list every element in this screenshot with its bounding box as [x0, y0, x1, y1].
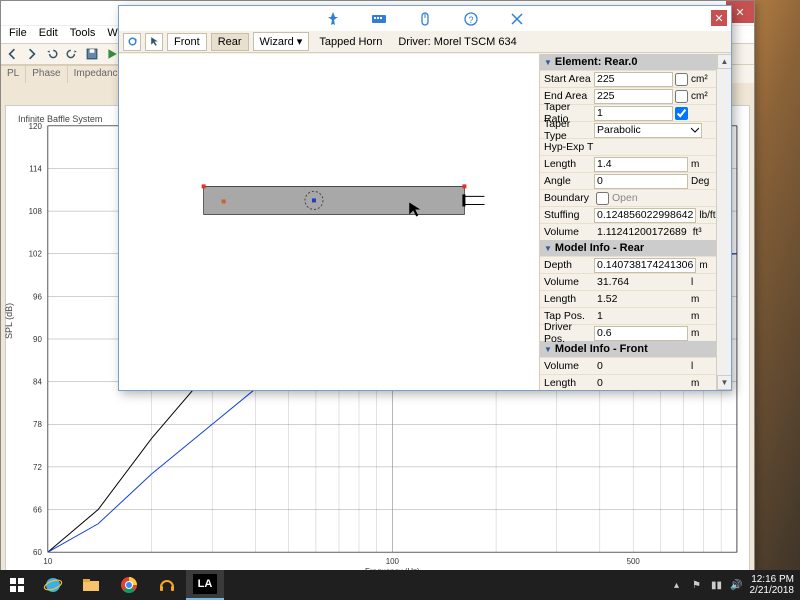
child-close-button[interactable]: ✕	[711, 10, 727, 26]
svg-text:60: 60	[33, 548, 42, 557]
scroll-down-icon[interactable]: ▼	[717, 375, 731, 390]
svg-text:90: 90	[33, 335, 42, 344]
mouse-icon[interactable]	[417, 11, 433, 27]
tray-flag-icon[interactable]: ⚑	[690, 578, 704, 592]
cursor-mode-icon[interactable]	[145, 33, 163, 51]
rear-tab[interactable]: Rear	[211, 33, 249, 51]
menu-tools[interactable]: Tools	[66, 26, 100, 43]
child-titlebar[interactable]: ? ✕	[119, 6, 731, 31]
taskbar-explorer-icon[interactable]	[72, 570, 110, 600]
taper-type-select[interactable]: Parabolic	[594, 123, 702, 138]
y-axis-label: SPL (dB)	[4, 303, 14, 339]
depth-input[interactable]: 0.140738174241306	[594, 258, 696, 273]
pin-icon[interactable]	[325, 11, 341, 27]
front-tab[interactable]: Front	[167, 33, 207, 51]
refresh-icon[interactable]	[123, 33, 141, 51]
start-area-input[interactable]: 225	[594, 72, 673, 87]
svg-text:66: 66	[33, 506, 42, 515]
tray-network-icon[interactable]: ▮▮	[710, 578, 724, 592]
taskbar-headphones-icon[interactable]	[148, 570, 186, 600]
menu-edit[interactable]: Edit	[35, 26, 62, 43]
end-area-input[interactable]: 225	[594, 89, 673, 104]
end-area-lock[interactable]	[675, 90, 688, 103]
child-toolbar: Front Rear Wizard ▾ Tapped Horn Driver: …	[119, 31, 731, 53]
model-front-header[interactable]: Model Info - Front	[540, 341, 716, 357]
taskbar-la-icon[interactable]: LA	[186, 570, 224, 600]
model-rear-header[interactable]: Model Info - Rear	[540, 240, 716, 256]
forward-icon[interactable]	[23, 45, 41, 63]
svg-text:72: 72	[33, 463, 42, 472]
taskbar: LA ▴ ⚑ ▮▮ 🔊 12:16 PM 2/21/2018	[0, 570, 800, 600]
menu-file[interactable]: File	[5, 26, 31, 43]
svg-text:78: 78	[33, 420, 42, 429]
start-area-lock[interactable]	[675, 73, 688, 86]
svg-text:114: 114	[29, 164, 42, 173]
taskbar-chrome-icon[interactable]	[110, 570, 148, 600]
tab-spl[interactable]: PL	[1, 65, 26, 83]
svg-text:100: 100	[386, 557, 400, 566]
taskbar-clock[interactable]: 12:16 PM 2/21/2018	[750, 574, 795, 596]
svg-text:102: 102	[29, 250, 42, 259]
taper-ratio-lock[interactable]	[675, 107, 688, 120]
svg-text:10: 10	[43, 557, 52, 566]
svg-text:84: 84	[33, 378, 42, 387]
tab-phase[interactable]: Phase	[26, 65, 67, 83]
scroll-up-icon[interactable]: ▲	[717, 54, 731, 69]
tl-canvas[interactable]	[119, 54, 540, 390]
svg-text:108: 108	[29, 207, 43, 216]
angle-input[interactable]: 0	[594, 174, 688, 189]
tl-designer-window: ? ✕ Front Rear Wizard ▾ Tapped Horn Driv…	[118, 5, 732, 391]
taskbar-ie-icon[interactable]	[34, 570, 72, 600]
wizard-dropdown[interactable]: Wizard ▾	[253, 32, 310, 51]
tray-up-icon[interactable]: ▴	[670, 578, 684, 592]
system-tray: ▴ ⚑ ▮▮ 🔊 12:16 PM 2/21/2018	[670, 574, 800, 596]
taper-ratio-input[interactable]: 1	[594, 106, 673, 121]
start-button[interactable]	[0, 570, 34, 600]
close-overlay-icon[interactable]	[509, 11, 525, 27]
length-input[interactable]: 1.4	[594, 157, 688, 172]
svg-text:96: 96	[33, 292, 42, 301]
properties-panel: Element: Rear.0 Start Area225cm² End Are…	[540, 54, 731, 390]
chart-legend-text: Infinite Baffle System	[18, 114, 102, 124]
redo-icon[interactable]	[63, 45, 81, 63]
svg-text:?: ?	[468, 15, 473, 25]
driver-info-label: Driver: Morel TSCM 634	[392, 34, 522, 50]
element-header[interactable]: Element: Rear.0	[540, 54, 716, 70]
stuffing-input[interactable]: 0.124856022998642	[594, 208, 696, 223]
properties-scrollbar[interactable]: ▲ ▼	[716, 54, 731, 390]
driver-pos-input[interactable]: 0.6	[594, 326, 688, 341]
back-icon[interactable]	[3, 45, 21, 63]
save-icon[interactable]	[83, 45, 101, 63]
open-checkbox[interactable]	[596, 192, 609, 205]
volume-value: 1.11241200172689	[594, 225, 690, 240]
tray-volume-icon[interactable]: 🔊	[730, 578, 744, 592]
svg-text:500: 500	[627, 557, 641, 566]
undo-icon[interactable]	[43, 45, 61, 63]
keyboard-icon[interactable]	[371, 11, 387, 27]
help-icon[interactable]: ?	[463, 11, 479, 27]
tapped-horn-label: Tapped Horn	[313, 34, 388, 50]
